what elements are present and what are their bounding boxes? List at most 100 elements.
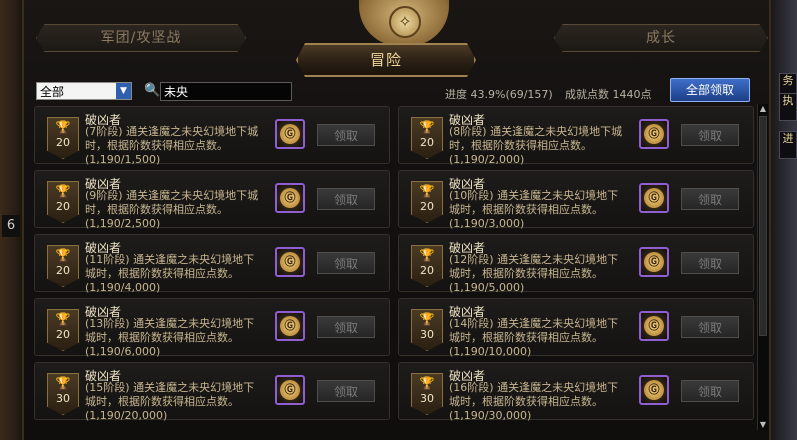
claim-button[interactable]: 领取: [317, 188, 375, 210]
claim-all-button[interactable]: 全部领取: [670, 78, 750, 102]
coin-icon: Ⓖ: [280, 124, 300, 144]
reward-item[interactable]: Ⓖ: [275, 311, 305, 341]
achievement-description: (15阶段) 通关逢魔之未央幻境地下城时，根据阶数获得相应点数。 (1,190/2…: [85, 381, 263, 423]
reward-item[interactable]: Ⓖ: [639, 311, 669, 341]
coin-icon: Ⓖ: [280, 380, 300, 400]
side-tag-2[interactable]: 执: [779, 93, 797, 121]
description-text: (7阶段) 通关逢魔之未央幻境地下城时，根据阶数获得相应点数。: [85, 125, 259, 152]
list-scrollbar[interactable]: ▲ ▼: [757, 104, 768, 430]
coin-icon: Ⓖ: [644, 316, 664, 336]
points-value: 20: [56, 200, 70, 213]
tab-growth[interactable]: 成长: [554, 24, 768, 52]
achievement-card: 🏆 30 破凶者 (15阶段) 通关逢魔之未央幻境地下城时，根据阶数获得相应点数。…: [34, 362, 390, 423]
compass-icon: ✧: [389, 6, 421, 38]
points-badge: 🏆 30: [411, 309, 443, 351]
trophy-icon: 🏆: [419, 184, 435, 198]
progress-count: (1,190/2,500): [85, 217, 161, 230]
coin-icon: Ⓖ: [280, 252, 300, 272]
points-badge: 🏆 20: [47, 181, 79, 223]
description-text: (13阶段) 通关逢魔之未央幻境地下城时，根据阶数获得相应点数。: [85, 317, 255, 344]
scroll-thumb[interactable]: [759, 116, 767, 336]
achievement-description: (9阶段) 通关逢魔之未央幻境地下城时，根据阶数获得相应点数。 (1,190/2,…: [85, 189, 263, 231]
description-text: (8阶段) 通关逢魔之未央幻境地下城时，根据阶数获得相应点数。: [449, 125, 623, 152]
claim-button[interactable]: 领取: [681, 316, 739, 338]
reward-item[interactable]: Ⓖ: [275, 375, 305, 405]
chevron-down-icon[interactable]: ▼: [116, 83, 131, 99]
background-right: [771, 0, 797, 440]
achievement-panel: ✧ 军团/攻坚战 成长 冒险 全部 ▼ 🔍 未央 进度 43.9%(69/157…: [22, 0, 771, 440]
progress-count: (1,190/3,000): [449, 217, 525, 230]
reward-item[interactable]: Ⓖ: [639, 247, 669, 277]
trophy-icon: 🏆: [55, 248, 71, 262]
progress-count: (1,190/10,000): [449, 345, 532, 358]
claim-button[interactable]: 领取: [681, 124, 739, 146]
coin-icon: Ⓖ: [644, 252, 664, 272]
tab-adventure[interactable]: 冒险: [296, 43, 476, 77]
achievement-card: 🏆 20 破凶者 (10阶段) 通关逢魔之未央幻境地下城时，根据阶数获得相应点数。…: [398, 170, 754, 230]
progress-count: (1,190/2,000): [449, 153, 525, 166]
scroll-up-icon[interactable]: ▲: [758, 104, 768, 114]
achievement-description: (14阶段) 通关逢魔之未央幻境地下城时，根据阶数获得相应点数。 (1,190/1…: [449, 317, 627, 359]
points-badge: 🏆 20: [411, 117, 443, 159]
progress-count: (1,190/30,000): [449, 409, 532, 422]
progress-count: (1,190/5,000): [449, 281, 525, 294]
achievement-card: 🏆 20 破凶者 (12阶段) 通关逢魔之未央幻境地下城时，根据阶数获得相应点数。…: [398, 234, 754, 295]
achievement-description: (11阶段) 通关逢魔之未央幻境地下城时，根据阶数获得相应点数。 (1,190/4…: [85, 253, 263, 295]
category-select[interactable]: 全部 ▼: [36, 82, 132, 100]
scroll-down-icon[interactable]: ▼: [758, 420, 768, 430]
tab-legion-siege[interactable]: 军团/攻坚战: [36, 24, 246, 52]
description-text: (9阶段) 通关逢魔之未央幻境地下城时，根据阶数获得相应点数。: [85, 189, 259, 216]
search-icon: 🔍: [144, 83, 161, 98]
achievement-description: (13阶段) 通关逢魔之未央幻境地下城时，根据阶数获得相应点数。 (1,190/6…: [85, 317, 263, 359]
achievement-card: 🏆 30 破凶者 (14阶段) 通关逢魔之未央幻境地下城时，根据阶数获得相应点数。…: [398, 298, 754, 359]
trophy-icon: 🏆: [419, 248, 435, 262]
points-badge: 🏆 20: [47, 309, 79, 351]
achievement-card: 🏆 20 破凶者 (7阶段) 通关逢魔之未央幻境地下城时，根据阶数获得相应点数。(…: [34, 106, 390, 167]
achievement-points: 成就点数 1440点: [565, 88, 652, 101]
coin-icon: Ⓖ: [280, 188, 300, 208]
claim-button[interactable]: 领取: [681, 188, 739, 210]
reward-item[interactable]: Ⓖ: [639, 375, 669, 405]
achievement-card: 🏆 30 破凶者 (16阶段) 通关逢魔之未央幻境地下城时，根据阶数获得相应点数。…: [398, 362, 754, 423]
reward-item[interactable]: Ⓖ: [639, 119, 669, 149]
progress-count: (1,190/20,000): [85, 409, 168, 422]
achievement-description: (16阶段) 通关逢魔之未央幻境地下城时，根据阶数获得相应点数。 (1,190/3…: [449, 381, 627, 423]
achievement-card: 🏆 20 破凶者 (8阶段) 通关逢魔之未央幻境地下城时，根据阶数获得相应点数。(…: [398, 106, 754, 166]
trophy-icon: 🏆: [55, 120, 71, 134]
achievement-description: (12阶段) 通关逢魔之未央幻境地下城时，根据阶数获得相应点数。 (1,190/5…: [449, 253, 627, 295]
achievement-list: 🏆 20 破凶者 (7阶段) 通关逢魔之未央幻境地下城时，根据阶数获得相应点数。(…: [34, 104, 760, 430]
side-tag-3[interactable]: 进: [779, 131, 797, 159]
achievement-card: 🏆 20 破凶者 (13阶段) 通关逢魔之未央幻境地下城时，根据阶数获得相应点数。…: [34, 298, 390, 359]
search-input[interactable]: 未央: [160, 82, 292, 101]
points-badge: 🏆 20: [411, 245, 443, 287]
achievement-card: 🏆 20 破凶者 (9阶段) 通关逢魔之未央幻境地下城时，根据阶数获得相应点数。(…: [34, 170, 390, 231]
points-value: 20: [56, 136, 70, 149]
trophy-icon: 🏆: [419, 312, 435, 326]
category-select-value: 全部: [40, 85, 65, 99]
points-value: 30: [420, 392, 434, 405]
trophy-icon: 🏆: [55, 376, 71, 390]
progress-count: (1,190/4,000): [85, 281, 161, 294]
claim-button[interactable]: 领取: [681, 380, 739, 402]
points-badge: 🏆 30: [411, 373, 443, 415]
points-badge: 🏆 20: [411, 181, 443, 223]
points-value: 20: [420, 200, 434, 213]
reward-item[interactable]: Ⓖ: [275, 247, 305, 277]
achievement-description: (7阶段) 通关逢魔之未央幻境地下城时，根据阶数获得相应点数。 (1,190/1,…: [85, 125, 263, 167]
claim-button[interactable]: 领取: [317, 252, 375, 274]
claim-button[interactable]: 领取: [317, 316, 375, 338]
reward-item[interactable]: Ⓖ: [275, 183, 305, 213]
points-badge: 🏆 20: [47, 117, 79, 159]
claim-button[interactable]: 领取: [681, 252, 739, 274]
reward-item[interactable]: Ⓖ: [639, 183, 669, 213]
claim-button[interactable]: 领取: [317, 380, 375, 402]
trophy-icon: 🏆: [55, 184, 71, 198]
claim-button[interactable]: 领取: [317, 124, 375, 146]
description-text: (11阶段) 通关逢魔之未央幻境地下城时，根据阶数获得相应点数。: [85, 253, 255, 280]
description-text: (15阶段) 通关逢魔之未央幻境地下城时，根据阶数获得相应点数。: [85, 381, 255, 408]
progress-text: 进度 43.9%(69/157): [445, 88, 553, 101]
description-text: (10阶段) 通关逢魔之未央幻境地下城时，根据阶数获得相应点数。: [449, 189, 619, 216]
description-text: (16阶段) 通关逢魔之未央幻境地下城时，根据阶数获得相应点数。: [449, 381, 619, 408]
reward-item[interactable]: Ⓖ: [275, 119, 305, 149]
trophy-icon: 🏆: [419, 120, 435, 134]
